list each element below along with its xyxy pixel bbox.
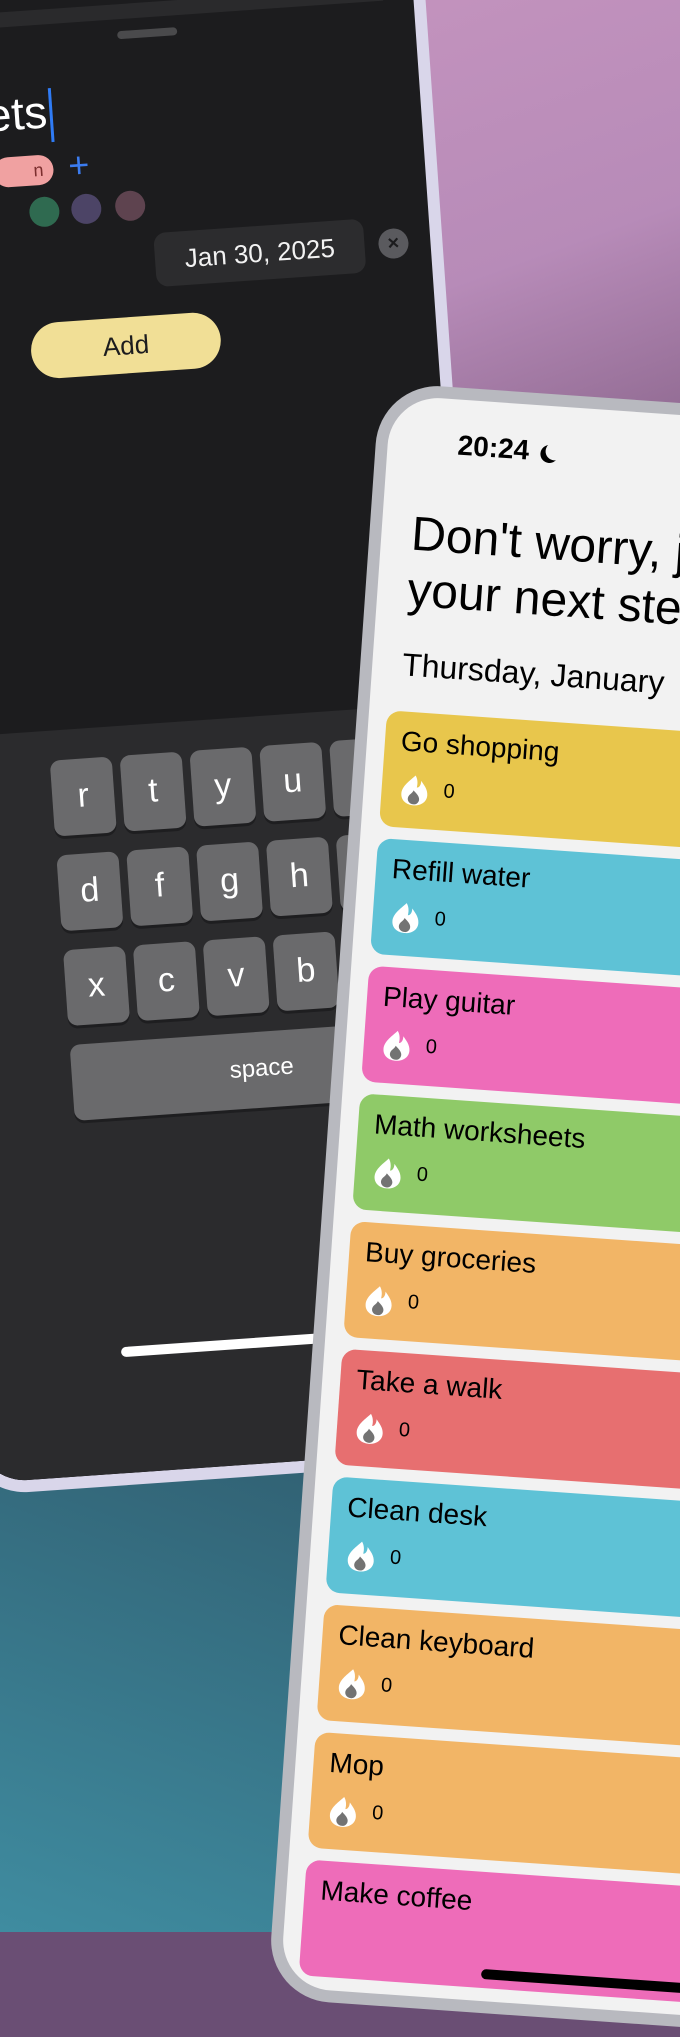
task-name: Take a walk [355,1363,504,1405]
flame-icon [401,775,428,806]
streak-count: 0 [380,1674,393,1698]
task-name: Clean desk [346,1491,489,1533]
streak-count: 0 [398,1418,411,1442]
sheet-grabber[interactable] [116,27,178,40]
key-u[interactable]: u [259,741,327,822]
task-name: Play guitar [382,980,517,1021]
flame-icon [338,1669,365,1700]
task-list: Go shopping 0 Refill water 0 Play guitar… [298,710,680,2024]
key-t[interactable]: t [119,751,187,832]
flame-icon [356,1413,383,1444]
flame-icon [374,1158,401,1189]
streak-count: 0 [407,1291,420,1314]
add-tag-icon[interactable]: + [67,144,91,187]
task-name: Clean keyboard [337,1619,536,1664]
key-c[interactable]: c [132,941,200,1022]
task-title-input[interactable]: heets [0,84,55,150]
task-name: Make coffee [319,1874,474,1917]
flame-icon [329,1796,356,1827]
key-g[interactable]: g [196,841,264,922]
task-name: Buy groceries [364,1236,538,1279]
moon-icon [545,442,564,461]
streak-count: 0 [371,1801,385,1825]
flame-icon [392,903,419,934]
task-name: Go shopping [399,725,561,768]
streak-count: 0 [433,908,447,931]
task-title-text: heets [0,85,49,146]
add-button[interactable]: Add [29,310,223,380]
streak-count: 0 [442,780,456,804]
status-time-text: 20:24 [456,429,531,466]
streak-count: 0 [389,1546,402,1570]
color-swatch-mauve[interactable] [114,189,147,222]
flame-icon [347,1541,374,1572]
headline: Don't worry, j your next step [406,507,680,640]
key-h[interactable]: h [265,836,333,917]
streak-count: 0 [416,1163,429,1187]
key-v[interactable]: v [202,936,270,1017]
key-b[interactable]: b [272,931,340,1012]
flame-icon [365,1286,392,1317]
key-r[interactable]: r [49,756,117,837]
key-f[interactable]: f [126,846,194,927]
status-bar-time: 20:24 [457,430,559,469]
key-y[interactable]: y [189,746,257,827]
task-name: Mop [328,1746,386,1782]
streak-count: 0 [424,1035,438,1059]
task-card[interactable]: Make coffee [298,1859,680,2018]
date-heading: Thursday, January [401,646,666,701]
tag-pill[interactable]: n [0,154,55,189]
key-x[interactable]: x [62,945,131,1027]
color-swatch-green[interactable] [28,195,61,228]
due-date-chip[interactable]: Jan 30, 2025 [153,218,367,288]
flame-icon [383,1030,410,1061]
clear-date-icon[interactable]: × [377,227,410,260]
task-name: Refill water [391,853,532,894]
key-d[interactable]: d [56,851,124,932]
task-name: Math worksheets [373,1108,587,1155]
color-swatch-purple[interactable] [70,192,103,225]
